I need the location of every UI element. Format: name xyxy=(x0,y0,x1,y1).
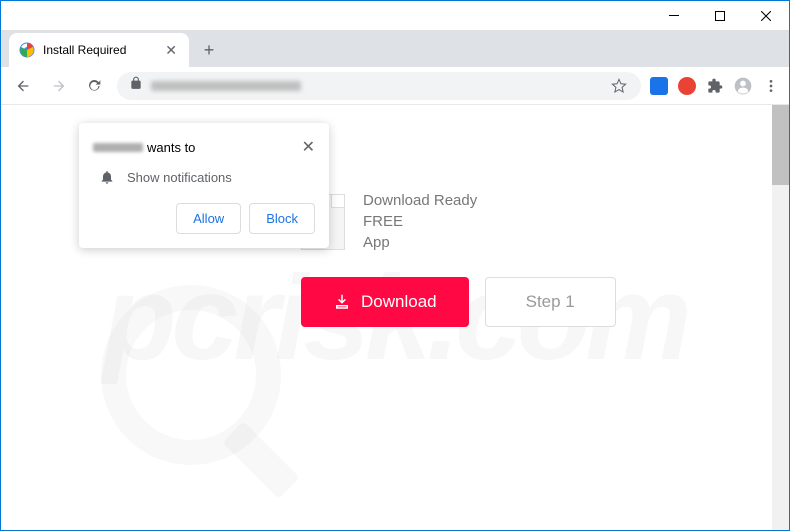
extension-1-icon[interactable] xyxy=(649,76,669,96)
maximize-button[interactable] xyxy=(697,1,743,31)
back-button[interactable] xyxy=(9,72,37,100)
download-icon xyxy=(333,293,351,311)
show-notifications-text: Show notifications xyxy=(127,170,232,185)
notification-permission-popup: wants to ✕ Show notifications Allow Bloc… xyxy=(79,123,329,248)
scrollbar[interactable] xyxy=(772,105,789,530)
browser-tab[interactable]: Install Required ✕ xyxy=(9,33,189,67)
popup-site-label: wants to xyxy=(93,140,195,155)
tab-bar: Install Required ✕ + xyxy=(1,31,789,67)
tab-close-icon[interactable]: ✕ xyxy=(163,40,179,61)
allow-button[interactable]: Allow xyxy=(176,203,241,234)
popup-header: wants to ✕ xyxy=(93,137,315,157)
new-tab-button[interactable]: + xyxy=(195,36,223,64)
step-button[interactable]: Step 1 xyxy=(485,277,616,327)
url-text-blurred xyxy=(151,81,301,91)
wants-to-text: wants to xyxy=(147,140,195,155)
window-titlebar xyxy=(1,1,789,31)
text-line-3: App xyxy=(363,232,477,253)
popup-close-icon[interactable]: ✕ xyxy=(302,137,315,157)
file-description: Download Ready FREE App xyxy=(363,190,477,253)
page-content: pcrisk.com Download Ready FREE App Downl… xyxy=(1,105,789,530)
file-info-row: Download Ready FREE App xyxy=(301,190,616,253)
forward-button[interactable] xyxy=(45,72,73,100)
scroll-thumb[interactable] xyxy=(772,105,789,185)
download-button[interactable]: Download xyxy=(301,277,469,327)
download-button-label: Download xyxy=(361,292,437,312)
popup-body: Show notifications xyxy=(93,169,315,185)
menu-icon[interactable] xyxy=(761,76,781,96)
extension-2-icon[interactable] xyxy=(677,76,697,96)
site-name-blurred xyxy=(93,143,143,152)
block-button[interactable]: Block xyxy=(249,203,315,234)
button-row: Download Step 1 xyxy=(301,277,616,327)
address-bar xyxy=(1,67,789,105)
minimize-button[interactable] xyxy=(651,1,697,31)
text-line-1: Download Ready xyxy=(363,190,477,211)
bell-icon xyxy=(99,169,115,185)
star-icon[interactable] xyxy=(609,76,629,96)
url-input[interactable] xyxy=(117,72,641,100)
download-panel: Download Ready FREE App Download Step 1 xyxy=(301,190,616,327)
reload-button[interactable] xyxy=(81,72,109,100)
tab-title: Install Required xyxy=(43,43,126,57)
favicon-icon xyxy=(19,42,35,58)
watermark-magnifier-icon xyxy=(101,285,281,465)
close-window-button[interactable] xyxy=(743,1,789,31)
text-line-2: FREE xyxy=(363,211,477,232)
popup-actions: Allow Block xyxy=(93,203,315,234)
lock-icon xyxy=(129,76,143,95)
extensions-icon[interactable] xyxy=(705,76,725,96)
profile-icon[interactable] xyxy=(733,76,753,96)
